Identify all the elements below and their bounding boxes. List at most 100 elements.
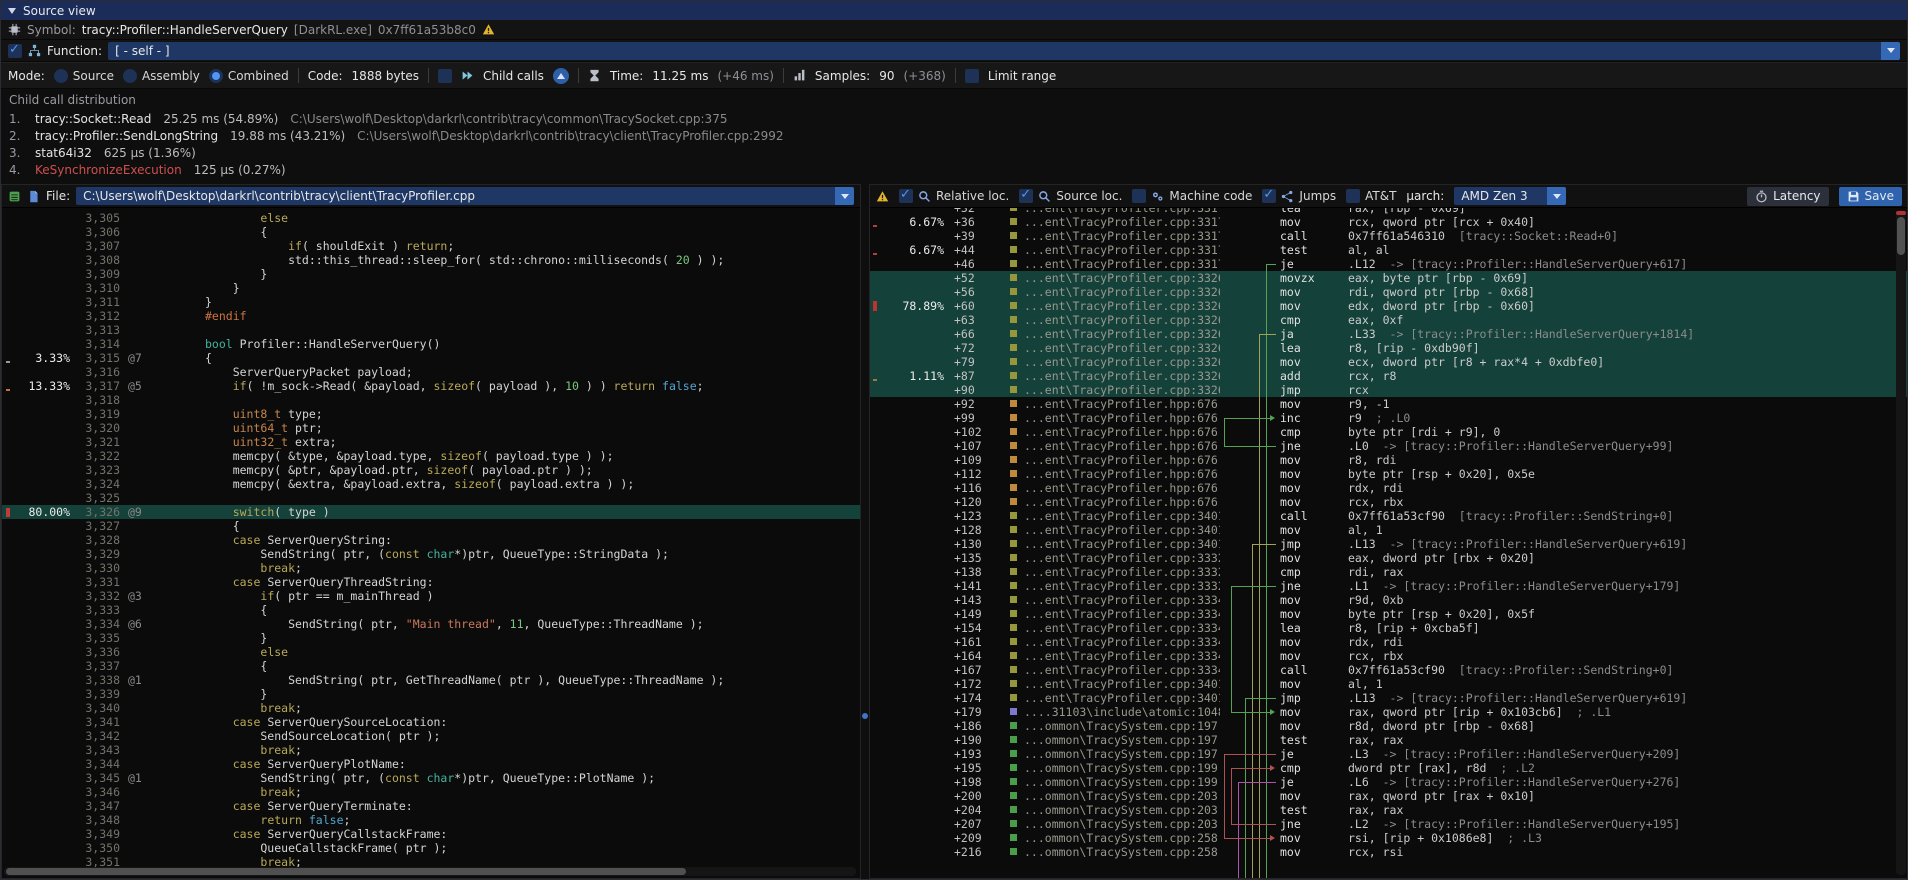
source-line[interactable]: 3,316 ServerQueryPacket payload; [2, 365, 860, 379]
radio-source-circle[interactable] [54, 69, 68, 83]
latency-button[interactable]: Latency [1747, 187, 1828, 206]
source-line[interactable]: 3,337 { [2, 659, 860, 673]
asm-row[interactable]: +120...ent\TracyProfiler.hpp:676movrcx, … [870, 495, 1908, 509]
asm-row[interactable]: +172...ent\TracyProfiler.cpp:3401moval, … [870, 677, 1908, 691]
child-call-item[interactable]: 2.tracy::Profiler::SendLongString19.88 m… [9, 127, 1899, 144]
source-line[interactable]: 3,319 uint8_t type; [2, 407, 860, 421]
function-combo-arrow-icon[interactable] [1881, 42, 1900, 60]
source-loc-checkbox[interactable] [1019, 189, 1033, 203]
source-line[interactable]: 3,329 SendString( ptr, (const char*)ptr,… [2, 547, 860, 561]
asm-row[interactable]: +204...ommon\TracySystem.cpp:203testrax,… [870, 803, 1908, 817]
asm-row[interactable]: +66...ent\TracyProfiler.cpp:3326ja.L33 -… [870, 327, 1908, 341]
source-line[interactable]: 3,332@3 if( ptr == m_mainThread ) [2, 589, 860, 603]
source-line[interactable]: 3,306 { [2, 225, 860, 239]
radio-source[interactable]: Source [54, 69, 114, 83]
asm-row[interactable]: 6.67%+44...ent\TracyProfiler.cpp:3317tes… [870, 243, 1908, 257]
asm-row[interactable]: +141...ent\TracyProfiler.cpp:3332jne.L1 … [870, 579, 1908, 593]
asm-row[interactable]: +149...ent\TracyProfiler.cpp:3334movbyte… [870, 607, 1908, 621]
asm-row[interactable]: +123...ent\TracyProfiler.cpp:3401call0x7… [870, 509, 1908, 523]
asm-row[interactable]: +79...ent\TracyProfiler.cpp:3326movecx, … [870, 355, 1908, 369]
function-checkbox[interactable] [8, 44, 22, 58]
asm-row[interactable]: 1.11%+87...ent\TracyProfiler.cpp:3326add… [870, 369, 1908, 383]
asm-row[interactable]: 78.89%+60...ent\TracyProfiler.cpp:3326mo… [870, 299, 1908, 313]
source-line[interactable]: 3,348 return false; [2, 813, 860, 827]
vertical-scrollbar-handle[interactable] [1897, 217, 1905, 255]
asm-row[interactable]: +102...ent\TracyProfiler.hpp:676cmpbyte … [870, 425, 1908, 439]
child-calls-up-button[interactable] [553, 68, 569, 84]
asm-row[interactable]: +72...ent\TracyProfiler.cpp:3326lear8, [… [870, 341, 1908, 355]
source-line[interactable]: 3,323 memcpy( &ptr, &payload.ptr, sizeof… [2, 463, 860, 477]
function-combo[interactable]: [ - self - ] [108, 42, 1900, 60]
asm-row[interactable]: +179....31103\include\atomic:1048movrax,… [870, 705, 1908, 719]
source-line[interactable]: 3,309 } [2, 267, 860, 281]
source-line[interactable]: 3,346 break; [2, 785, 860, 799]
source-line[interactable]: 3,345@1 SendString( ptr, (const char*)pt… [2, 771, 860, 785]
asm-row[interactable]: +90...ent\TracyProfiler.cpp:3326jmprcx [870, 383, 1908, 397]
asm-row[interactable]: +46...ent\TracyProfiler.cpp:3317je.L12 -… [870, 257, 1908, 271]
child-call-item[interactable]: 4.KeSynchronizeExecution125 µs (0.27%) [9, 161, 1899, 178]
radio-combined[interactable]: Combined [209, 69, 289, 83]
source-line[interactable]: 3,318 [2, 393, 860, 407]
asm-row[interactable]: +186...ommon\TracySystem.cpp:197movr8d, … [870, 719, 1908, 733]
asm-row[interactable]: +99...ent\TracyProfiler.hpp:676incr9 ; .… [870, 411, 1908, 425]
splitter-grip[interactable] [862, 713, 868, 719]
asm-row[interactable]: +216...ommon\TracySystem.cpp:258movrcx, … [870, 845, 1908, 859]
source-line[interactable]: 3,341 case ServerQuerySourceLocation: [2, 715, 860, 729]
source-line[interactable]: 3,312#endif [2, 309, 860, 323]
source-line[interactable]: 3,343 break; [2, 743, 860, 757]
source-line[interactable]: 3,339 } [2, 687, 860, 701]
source-line[interactable]: 3,310 } [2, 281, 860, 295]
asm-row[interactable]: +193...ommon\TracySystem.cpp:197je.L3 ->… [870, 747, 1908, 761]
source-line[interactable]: 3,334@6 SendString( ptr, "Main thread", … [2, 617, 860, 631]
asm-row[interactable]: +52...ent\TracyProfiler.cpp:3326movzxeax… [870, 271, 1908, 285]
asm-row[interactable]: +32...ent\TracyProfiler.cpp:3317learax, … [870, 208, 1908, 215]
child-call-item[interactable]: 1.tracy::Socket::Read25.25 ms (54.89%)C:… [9, 110, 1899, 127]
source-line[interactable]: 3.33%3,315@7{ [2, 351, 860, 365]
source-line[interactable]: 3,320 uint64_t ptr; [2, 421, 860, 435]
source-line[interactable]: 3,333 { [2, 603, 860, 617]
asm-row[interactable]: +195...ommon\TracySystem.cpp:199cmpdword… [870, 761, 1908, 775]
source-line[interactable]: 3,328 case ServerQueryString: [2, 533, 860, 547]
asm-row[interactable]: +207...ommon\TracySystem.cpp:203jne.L2 -… [870, 817, 1908, 831]
source-line[interactable]: 3,336 else [2, 645, 860, 659]
child-calls-checkbox[interactable] [438, 69, 452, 83]
asm-row[interactable]: +164...ent\TracyProfiler.cpp:3334movrcx,… [870, 649, 1908, 663]
machine-code-toggle[interactable]: Machine code [1132, 189, 1252, 203]
source-line[interactable]: 13.33%3,317@5 if( !m_sock->Read( &payloa… [2, 379, 860, 393]
source-line[interactable]: 3,327 { [2, 519, 860, 533]
uarch-combo[interactable]: AMD Zen 3 [1454, 187, 1566, 205]
file-combo[interactable]: C:\Users\wolf\Desktop\darkrl\contrib\tra… [76, 187, 854, 205]
source-line[interactable]: 3,325 [2, 491, 860, 505]
source-line[interactable]: 3,311} [2, 295, 860, 309]
asm-row[interactable]: 6.67%+36...ent\TracyProfiler.cpp:3317mov… [870, 215, 1908, 229]
asm-row[interactable]: +109...ent\TracyProfiler.hpp:676movr8, r… [870, 453, 1908, 467]
asm-row[interactable]: +39...ent\TracyProfiler.cpp:3317call0x7f… [870, 229, 1908, 243]
asm-row[interactable]: +92...ent\TracyProfiler.hpp:676movr9, -1 [870, 397, 1908, 411]
asm-row[interactable]: +112...ent\TracyProfiler.hpp:676movbyte … [870, 467, 1908, 481]
horizontal-scrollbar[interactable] [4, 867, 856, 876]
child-call-item[interactable]: 3.stat64i32625 µs (1.36%) [9, 144, 1899, 161]
asm-row[interactable]: +107...ent\TracyProfiler.hpp:676jne.L0 -… [870, 439, 1908, 453]
vertical-scrollbar[interactable] [1896, 210, 1906, 875]
source-line[interactable]: 3,340 break; [2, 701, 860, 715]
source-line[interactable]: 80.00%3,326@9 switch( type ) [2, 505, 860, 519]
source-line[interactable]: 3,350 QueueCallstackFrame( ptr ); [2, 841, 860, 855]
source-line[interactable]: 3,322 memcpy( &type, &payload.type, size… [2, 449, 860, 463]
asm-row[interactable]: +161...ent\TracyProfiler.cpp:3334movrdx,… [870, 635, 1908, 649]
asm-row[interactable]: +138...ent\TracyProfiler.cpp:3332cmprdi,… [870, 565, 1908, 579]
source-line[interactable]: 3,313 [2, 323, 860, 337]
source-line[interactable]: 3,338@1 SendString( ptr, GetThreadName( … [2, 673, 860, 687]
asm-row[interactable]: +190...ommon\TracySystem.cpp:197testrax,… [870, 733, 1908, 747]
source-loc-toggle[interactable]: Source loc. [1019, 189, 1122, 203]
source-line[interactable]: 3,344 case ServerQueryPlotName: [2, 757, 860, 771]
titlebar[interactable]: Source view [1, 1, 1907, 20]
source-line[interactable]: 3,308 std::this_thread::sleep_for( std::… [2, 253, 860, 267]
source-line[interactable]: 3,314bool Profiler::HandleServerQuery() [2, 337, 860, 351]
source-line[interactable]: 3,330 break; [2, 561, 860, 575]
asm-row[interactable]: +200...ommon\TracySystem.cpp:203movrax, … [870, 789, 1908, 803]
source-line[interactable]: 3,349 case ServerQueryCallstackFrame: [2, 827, 860, 841]
save-button[interactable]: Save [1839, 187, 1902, 206]
asm-row[interactable]: +130...ent\TracyProfiler.cpp:3401jmp.L13… [870, 537, 1908, 551]
collapse-arrow-icon[interactable] [8, 8, 16, 14]
asm-row[interactable]: +116...ent\TracyProfiler.hpp:676movrdx, … [870, 481, 1908, 495]
